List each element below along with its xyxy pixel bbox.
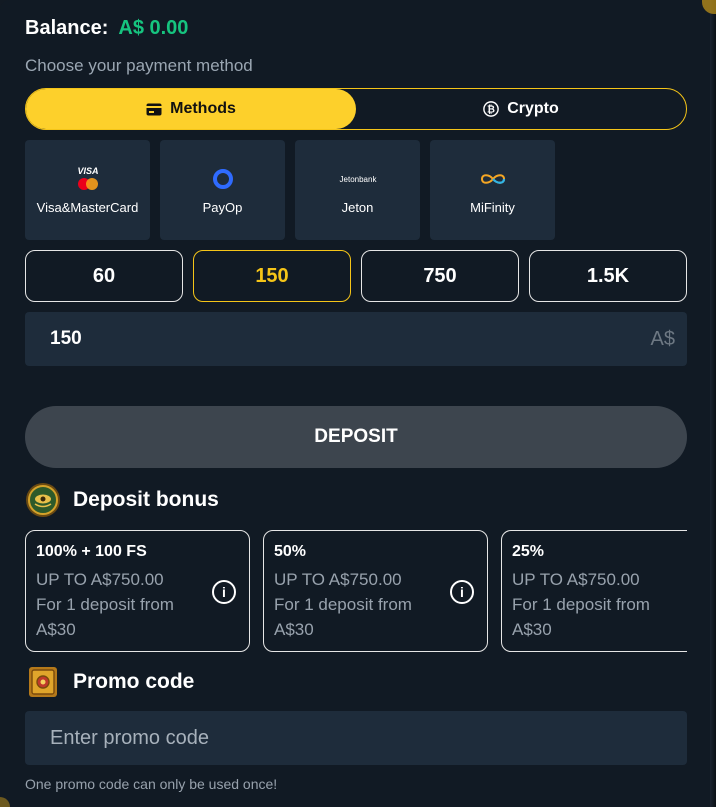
payop-logo	[212, 166, 234, 192]
bonus-limit: UP TO A$750.00	[512, 570, 640, 589]
payment-methods: VISA Visa&MasterCard PayOp Jetonbank Jet…	[25, 140, 555, 240]
bonus-emblem-icon	[26, 483, 60, 517]
bonus-min-deposit: A$30	[512, 620, 552, 639]
bonus-title: 50%	[274, 543, 307, 560]
jetonbank-logo-text: Jetonbank	[339, 175, 377, 184]
bonus-condition: For 1 deposit from	[512, 595, 650, 614]
method-label: Jeton	[341, 199, 374, 215]
amount-input[interactable]	[50, 328, 550, 350]
promo-note: One promo code can only be used once!	[25, 776, 278, 792]
corner-decoration	[702, 0, 716, 14]
amount-option-750[interactable]: 750	[361, 250, 519, 302]
method-label: PayOp	[202, 199, 243, 215]
corner-decoration	[0, 797, 10, 807]
balance-amount: A$ 0.00	[118, 17, 189, 39]
currency-label: A$	[650, 327, 675, 350]
balance-label: Balance:	[25, 17, 109, 39]
bonus-carousel[interactable]: 100% + 100 FS UP TO A$750.00 For 1 depos…	[25, 530, 687, 652]
svg-text:₿: ₿	[487, 105, 495, 116]
bonus-min-deposit: A$30	[36, 620, 76, 639]
bonus-min-deposit: A$30	[274, 620, 314, 639]
tab-label: Crypto	[507, 100, 559, 117]
treasure-book-icon	[29, 667, 57, 697]
tab-crypto[interactable]: ₿ Crypto	[356, 89, 686, 129]
tab-label: Methods	[170, 100, 236, 117]
promo-code-heading: Promo code	[25, 664, 194, 700]
visa-mastercard-logo: VISA	[73, 166, 103, 192]
card-icon	[146, 103, 162, 116]
section-title: Deposit bonus	[73, 488, 219, 511]
method-visa-mastercard[interactable]: VISA Visa&MasterCard	[25, 140, 150, 240]
bonus-title: 25%	[512, 543, 545, 560]
info-icon[interactable]: i	[450, 580, 474, 604]
method-label: Visa&MasterCard	[36, 199, 139, 215]
method-mifinity[interactable]: MiFinity	[430, 140, 555, 240]
panel-edge	[710, 0, 716, 807]
bonus-limit: UP TO A$750.00	[274, 570, 402, 589]
visa-logo-text: VISA	[77, 166, 98, 176]
payment-tabs: Methods ₿ Crypto	[25, 88, 687, 130]
promo-code-input[interactable]	[50, 726, 662, 750]
amount-field: A$	[25, 312, 687, 366]
jetonbank-logo: Jetonbank	[333, 166, 383, 192]
bonus-card[interactable]: 25% UP TO A$750.00 For 1 deposit from A$…	[501, 530, 687, 652]
amount-option-150[interactable]: 150	[193, 250, 351, 302]
section-title: Promo code	[73, 670, 195, 693]
method-jeton[interactable]: Jetonbank Jeton	[295, 140, 420, 240]
payment-method-heading: Choose your payment method	[25, 56, 253, 75]
deposit-panel: Balance: A$ 0.00 Choose your payment met…	[0, 0, 716, 807]
bonus-condition: For 1 deposit from	[274, 595, 412, 614]
promo-field	[25, 711, 687, 765]
method-label: MiFinity	[470, 199, 515, 215]
tab-methods[interactable]: Methods	[26, 89, 356, 129]
mifinity-logo	[479, 166, 507, 192]
deposit-bonus-heading: Deposit bonus	[25, 482, 219, 518]
amount-option-60[interactable]: 60	[25, 250, 183, 302]
balance: Balance: A$ 0.00	[25, 17, 188, 40]
amount-option-1-5k[interactable]: 1.5K	[529, 250, 687, 302]
info-icon[interactable]: i	[212, 580, 236, 604]
bonus-condition: For 1 deposit from	[36, 595, 174, 614]
bonus-card[interactable]: 50% UP TO A$750.00 For 1 deposit from A$…	[263, 530, 488, 652]
bonus-card[interactable]: 100% + 100 FS UP TO A$750.00 For 1 depos…	[25, 530, 250, 652]
method-payop[interactable]: PayOp	[160, 140, 285, 240]
bonus-limit: UP TO A$750.00	[36, 570, 164, 589]
bitcoin-icon: ₿	[483, 101, 500, 117]
amount-presets: 60 150 750 1.5K	[25, 250, 687, 302]
bonus-title: 100% + 100 FS	[36, 543, 147, 560]
deposit-button[interactable]: DEPOSIT	[25, 406, 687, 468]
